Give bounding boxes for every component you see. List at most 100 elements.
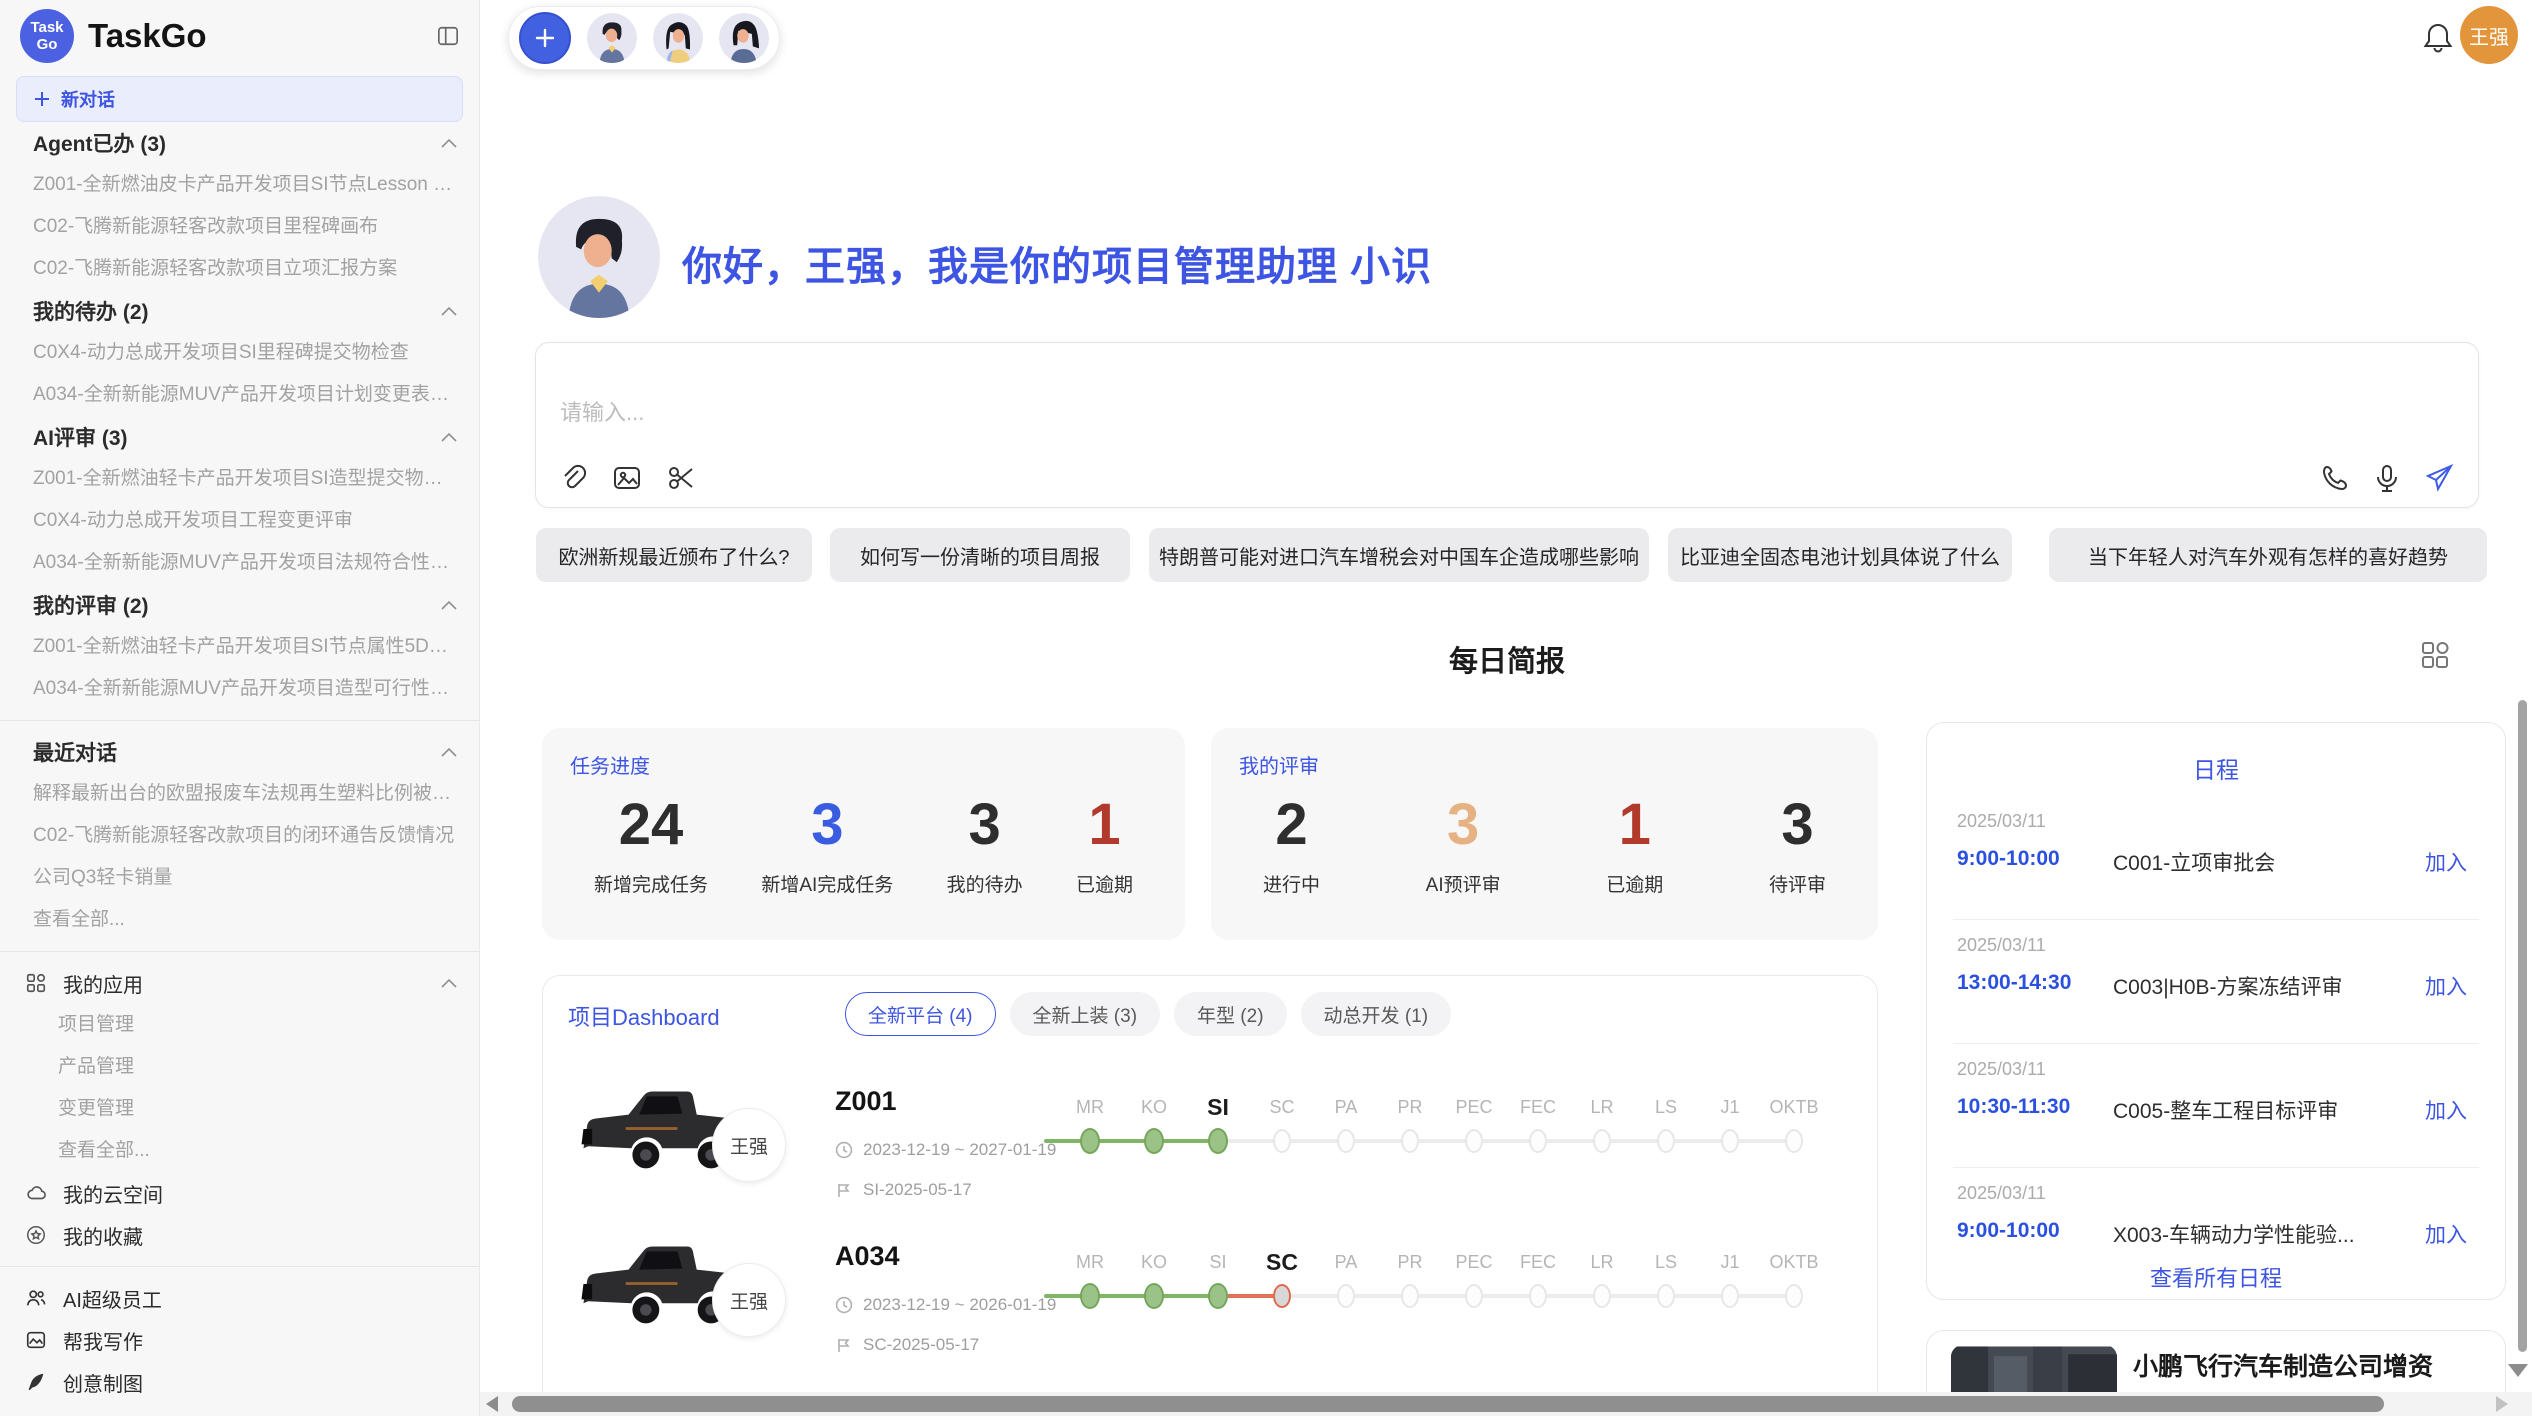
stat-in-progress: 2 进行中 (1263, 792, 1320, 897)
project-owner-badge: 王强 (712, 1263, 786, 1337)
project-name[interactable]: Z001 (835, 1086, 897, 1117)
send-icon[interactable] (2424, 463, 2454, 493)
divider (1953, 919, 2479, 920)
list-item[interactable]: C02-飞腾新能源轻客改款项目里程碑画布 (0, 206, 479, 248)
tab-new-platform[interactable]: 全新平台 (4) (845, 992, 996, 1036)
sidebar-item-my-apps[interactable]: 我的应用 (0, 962, 479, 1004)
stat-label: 进行中 (1263, 870, 1320, 897)
dashboard-title: 项目Dashboard (568, 1000, 720, 1032)
section-agent-done[interactable]: Agent已办 (3) (0, 122, 479, 164)
join-meeting-link[interactable]: 加入 (2425, 971, 2467, 1001)
tab-new-body[interactable]: 全新上装 (3) (1010, 992, 1161, 1036)
app-title: TaskGo (88, 17, 437, 55)
sidebar-item-creative-drawing[interactable]: 创意制图 (0, 1361, 479, 1403)
milestone-label: SC (1266, 1245, 1298, 1279)
milestone: KO (1122, 1090, 1186, 1156)
suggestion-chip[interactable]: 当下年轻人对汽车外观有怎样的喜好趋势 (2049, 528, 2487, 582)
microphone-icon[interactable] (2372, 463, 2402, 493)
chevron-up-icon (441, 601, 457, 610)
agent-avatar[interactable] (653, 13, 703, 63)
suggestion-chip[interactable]: 如何写一份清晰的项目周报 (830, 528, 1130, 582)
section-title: 我的待办 (2) (33, 296, 149, 326)
milestone-track: MR KO SI SC PA PR PEC FEC LR LS J1 OKTB (1058, 1090, 1826, 1174)
suggestion-chip[interactable]: 比亚迪全固态电池计划具体说了什么 (1668, 528, 2012, 582)
join-meeting-link[interactable]: 加入 (2425, 1095, 2467, 1125)
milestone-dot (1529, 1129, 1547, 1153)
attachment-icon[interactable] (558, 463, 588, 493)
new-chat-button[interactable]: 新对话 (16, 76, 463, 122)
milestone: OKTB (1762, 1245, 1826, 1311)
view-all-chats[interactable]: 查看全部... (0, 899, 479, 941)
suggestion-chip[interactable]: 特朗普可能对进口汽车增税会对中国车企造成哪些影响 (1149, 528, 1649, 582)
milestone: J1 (1698, 1245, 1762, 1311)
layout-grid-icon[interactable] (2420, 640, 2450, 670)
milestone-dot (1337, 1129, 1355, 1153)
section-ai-review[interactable]: AI评审 (3) (0, 416, 479, 458)
sidebar-item-product-mgmt[interactable]: 产品管理 (0, 1046, 479, 1088)
list-item[interactable]: 公司Q3轻卡销量 (0, 857, 479, 899)
sidebar-item-cloud-space[interactable]: 我的云空间 (0, 1172, 479, 1214)
tab-model-year[interactable]: 年型 (2) (1174, 992, 1287, 1036)
milestone-dot (1721, 1129, 1739, 1153)
tab-powertrain[interactable]: 动总开发 (1) (1301, 992, 1452, 1036)
list-item[interactable]: C0X4-动力总成开发项目工程变更评审 (0, 500, 479, 542)
join-meeting-link[interactable]: 加入 (2425, 847, 2467, 877)
scroll-down-arrow[interactable] (2508, 1364, 2528, 1377)
milestone-label: LR (1590, 1245, 1613, 1279)
milestone-label: PEC (1455, 1245, 1492, 1279)
milestone: FEC (1506, 1090, 1570, 1156)
list-item[interactable]: Z001-全新燃油皮卡产品开发项目SI节点Lesson Learn报告 (0, 164, 479, 206)
milestone: LR (1570, 1245, 1634, 1311)
assistant-avatar (538, 196, 660, 318)
event-time: 9:00-10:00 (1957, 847, 2060, 871)
people-icon (25, 1287, 47, 1309)
suggestion-chip[interactable]: 欧洲新规最近颁布了什么? (536, 528, 812, 582)
list-item[interactable]: Z001-全新燃油轻卡产品开发项目SI节点属性5D文件评审 (0, 626, 479, 668)
agent-avatar[interactable] (587, 13, 637, 63)
divider (1953, 1043, 2479, 1044)
agent-avatar[interactable] (719, 13, 769, 63)
milestone: KO (1122, 1245, 1186, 1311)
image-upload-icon[interactable] (612, 463, 642, 493)
horizontal-scrollbar-thumb[interactable] (512, 1396, 2384, 1412)
milestone: SC (1250, 1245, 1314, 1311)
section-my-review[interactable]: 我的评审 (2) (0, 584, 479, 626)
milestone-label: SI (1207, 1090, 1229, 1124)
stat-label: 新增AI完成任务 (761, 870, 893, 897)
user-avatar[interactable]: 王强 (2460, 6, 2518, 64)
scroll-right-arrow[interactable] (2496, 1396, 2508, 1412)
sidebar-item-change-mgmt[interactable]: 变更管理 (0, 1088, 479, 1130)
list-item[interactable]: A034-全新新能源MUV产品开发项目法规符合性评审 (0, 542, 479, 584)
list-item[interactable]: Z001-全新燃油轻卡产品开发项目SI造型提交物评审 (0, 458, 479, 500)
project-name[interactable]: A034 (835, 1241, 900, 1272)
list-item[interactable]: C0X4-动力总成开发项目SI里程碑提交物检查 (0, 332, 479, 374)
sidebar-item-project-mgmt[interactable]: 项目管理 (0, 1004, 479, 1046)
chat-input[interactable] (558, 399, 1762, 427)
notification-bell-icon[interactable] (2422, 20, 2454, 56)
section-my-todo[interactable]: 我的待办 (2) (0, 290, 479, 332)
sidebar-item-label: AI超级员工 (63, 1284, 162, 1313)
list-item[interactable]: C02-飞腾新能源轻客改款项目立项汇报方案 (0, 248, 479, 290)
sidebar-item-help-me-write[interactable]: 帮我写作 (0, 1319, 479, 1361)
join-meeting-link[interactable]: 加入 (2425, 1219, 2467, 1249)
add-agent-button[interactable] (519, 12, 571, 64)
milestone-dot (1465, 1129, 1483, 1153)
chevron-up-icon (441, 979, 457, 988)
list-item[interactable]: C02-飞腾新能源轻客改款项目的闭环通告反馈情况 (0, 815, 479, 857)
list-item[interactable]: 解释最新出台的欧盟报废车法规再生塑料比例被调至15%... (0, 773, 479, 815)
vertical-scrollbar-thumb[interactable] (2518, 700, 2527, 1352)
sidebar-item-ai-super-staff[interactable]: AI超级员工 (0, 1277, 479, 1319)
list-item[interactable]: A034-全新新能源MUV产品开发项目造型可行性评审 (0, 668, 479, 710)
list-item[interactable]: A034-全新新能源MUV产品开发项目计划变更表编写 (0, 374, 479, 416)
collapse-sidebar-icon[interactable] (437, 25, 459, 47)
section-recent-chats[interactable]: 最近对话 (0, 731, 479, 773)
event-name: X003-车辆动力学性能验... (2113, 1219, 2355, 1249)
view-all-apps[interactable]: 查看全部... (0, 1130, 479, 1172)
milestone-label: MR (1076, 1245, 1104, 1279)
scroll-left-arrow[interactable] (486, 1396, 498, 1412)
view-all-schedule-link[interactable]: 查看所有日程 (1927, 1261, 2505, 1293)
sidebar-item-favorites[interactable]: 我的收藏 (0, 1214, 479, 1256)
milestone-dot (1273, 1284, 1291, 1308)
phone-call-icon[interactable] (2320, 463, 2350, 493)
scissors-icon[interactable] (666, 463, 696, 493)
